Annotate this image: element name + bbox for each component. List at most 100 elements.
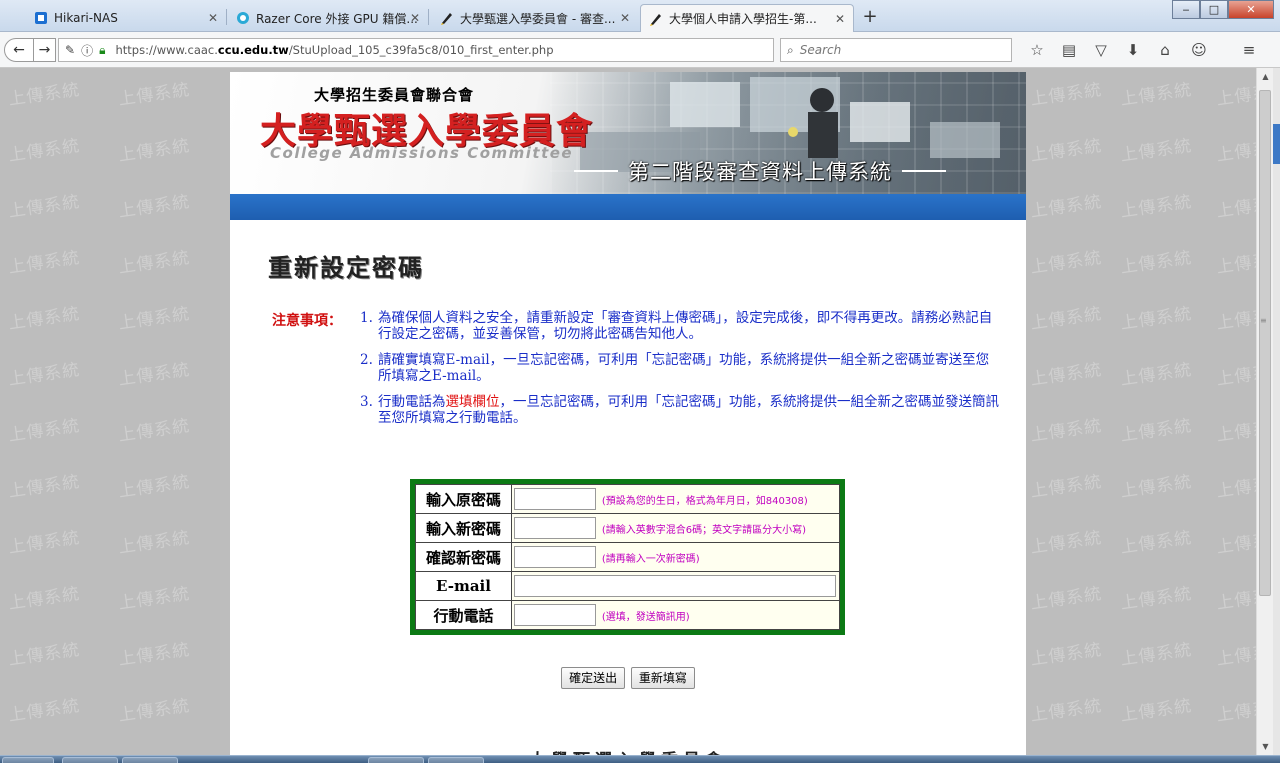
watermark-text: 上傳系統: [1119, 192, 1194, 222]
watermark-text: 上傳系統: [1119, 696, 1194, 726]
close-icon[interactable]: ✕: [208, 11, 218, 25]
menu-icon[interactable]: ≡: [1238, 40, 1260, 60]
notice-item: 1. 為確保個人資料之安全，請重新設定「審查資料上傳密碼」，設定完成後，即不得再…: [360, 310, 1000, 342]
arrow-right-icon: →: [38, 42, 51, 58]
watermark-text: 上傳系統: [1119, 80, 1194, 110]
start-button[interactable]: [2, 757, 54, 763]
old-password-hint: (預設為您的生日，格式為年月日，如840308): [601, 495, 808, 507]
submit-button[interactable]: 確定送出: [561, 667, 626, 689]
watermark-text: 上傳系統: [1215, 472, 1256, 502]
watermark-text: 上傳系統: [1029, 304, 1104, 334]
close-window-button[interactable]: ✕: [1228, 0, 1274, 19]
banner-system-name: 第二階段審查資料上傳系統: [574, 156, 946, 186]
watermark-text: 上傳系統: [1029, 136, 1104, 166]
system-title: 第二階段審查資料上傳系統: [628, 160, 892, 184]
new-password-input[interactable]: [514, 517, 596, 539]
puzzle-icon[interactable]: ✎: [65, 43, 75, 57]
forward-button[interactable]: →: [34, 38, 56, 62]
close-icon[interactable]: ✕: [835, 12, 845, 26]
confirm-password-input[interactable]: [514, 546, 596, 568]
notice-list: 1. 為確保個人資料之安全，請重新設定「審查資料上傳密碼」，設定完成後，即不得再…: [360, 310, 1000, 436]
tab-title: 大學甄選入學委員會 - 審查...: [460, 11, 616, 26]
pen-icon: [649, 12, 663, 26]
arrow-left-icon: ←: [13, 42, 25, 58]
tab-razer-core[interactable]: Razer Core 外接 GPU 籍償... ✕: [228, 4, 428, 32]
watermark-text: 上傳系統: [1119, 416, 1194, 446]
download-icon[interactable]: ⬇: [1122, 40, 1144, 60]
watermark-text: 上傳系統: [117, 472, 192, 502]
watermark-text: 上傳系統: [1215, 696, 1256, 726]
tab-title: Razer Core 外接 GPU 籍償...: [256, 11, 418, 26]
form-row: 輸入新密碼 (請輸入英數字混合6碼；英文字請區分大小寫): [415, 513, 840, 543]
nas-icon: [34, 11, 48, 25]
reading-list-icon[interactable]: ▤: [1058, 40, 1080, 60]
maximize-button[interactable]: □: [1200, 0, 1228, 19]
back-button[interactable]: ←: [4, 38, 34, 62]
grip-icon: ≡: [1260, 316, 1267, 325]
new-tab-button[interactable]: +: [858, 6, 882, 28]
notice-number: 1.: [360, 310, 373, 326]
watermark-text: 上傳系統: [1029, 640, 1104, 670]
reset-button[interactable]: 重新填寫: [630, 667, 695, 689]
taskbar-app[interactable]: [122, 757, 178, 763]
watermark-text: 上傳系統: [7, 640, 82, 670]
watermark-text: 上傳系統: [117, 640, 192, 670]
watermark-text: 上傳系統: [1119, 248, 1194, 278]
confirm-password-hint: (請再輸入一次新密碼): [601, 553, 700, 565]
form-buttons: 確定送出 重新填寫: [230, 667, 1026, 689]
notice-text-part: 行動電話為: [378, 394, 446, 410]
page-title: 重新設定密碼: [268, 253, 424, 282]
close-icon[interactable]: ✕: [620, 11, 630, 25]
background-window-accent: [1273, 124, 1280, 164]
email-input[interactable]: [514, 575, 836, 597]
minimize-button[interactable]: ‒: [1172, 0, 1200, 19]
tab-hikari-nas[interactable]: Hikari-NAS ✕: [26, 4, 226, 32]
chat-icon[interactable]: ☺: [1188, 40, 1210, 60]
old-password-input[interactable]: [514, 488, 596, 510]
watermark-text: 上傳系統: [1119, 360, 1194, 390]
notice-number: 3.: [360, 394, 373, 410]
form-field-cell: (選填，發送簡訊用): [511, 600, 840, 630]
window-controls: ‒ □ ✕: [1172, 0, 1274, 19]
password-form: 輸入原密碼 (預設為您的生日，格式為年月日，如840308) 輸入新密碼 (請輸…: [410, 479, 845, 635]
confirm-password-label: 確認新密碼: [415, 542, 512, 572]
background-window-edge: [1273, 68, 1280, 755]
bookmark-star-icon[interactable]: ☆: [1026, 40, 1048, 60]
watermark-text: 上傳系統: [117, 304, 192, 334]
watermark-text: 上傳系統: [1029, 248, 1104, 278]
tab-caac-upload-active[interactable]: 大學個人申請入學招生-第... ✕: [640, 4, 854, 32]
watermark-text: 上傳系統: [117, 80, 192, 110]
taskbar-app[interactable]: [62, 757, 118, 763]
pocket-icon[interactable]: ▽: [1090, 40, 1112, 60]
form-row: 輸入原密碼 (預設為您的生日，格式為年月日，如840308): [415, 484, 840, 514]
home-icon[interactable]: ⌂: [1154, 40, 1176, 60]
notice-text: 請確實填寫E-mail，一旦忘記密碼，可利用「忘記密碼」功能，系統將提供一組全新…: [378, 352, 990, 384]
scrollbar-thumb[interactable]: [1259, 90, 1271, 596]
tab-caac-review[interactable]: 大學甄選入學委員會 - 審查... ✕: [432, 4, 638, 32]
watermark-text: 上傳系統: [1215, 528, 1256, 558]
scroll-down-icon[interactable]: ▼: [1257, 738, 1274, 755]
watermark-text: 上傳系統: [7, 248, 82, 278]
info-icon[interactable]: ⓘ: [81, 42, 93, 59]
form-field-cell: (請再輸入一次新密碼): [511, 542, 840, 572]
close-icon[interactable]: ✕: [410, 11, 420, 25]
url-path: /StuUpload_105_c39fa5c8/010_first_enter.…: [288, 43, 554, 57]
watermark-text: 上傳系統: [1215, 416, 1256, 446]
watermark-text: 上傳系統: [1215, 248, 1256, 278]
form-row: 行動電話 (選填，發送簡訊用): [415, 600, 840, 630]
taskbar-app[interactable]: [428, 757, 484, 763]
windows-taskbar: [0, 755, 1280, 763]
page-scrollbar[interactable]: ▲ ≡ ▼: [1256, 68, 1273, 755]
new-password-hint: (請輸入英數字混合6碼；英文字請區分大小寫): [601, 524, 806, 536]
watermark-text: 上傳系統: [117, 360, 192, 390]
mobile-input[interactable]: [514, 604, 596, 626]
search-input[interactable]: ⌕ Search: [780, 38, 1012, 62]
taskbar-app[interactable]: [368, 757, 424, 763]
watermark-text: 上傳系統: [1119, 640, 1194, 670]
scroll-up-icon[interactable]: ▲: [1257, 68, 1274, 85]
address-bar[interactable]: ✎ ⓘ 🔒︎ https://www.caac.ccu.edu.tw/StuUp…: [58, 38, 823, 62]
watermark-text: 上傳系統: [7, 360, 82, 390]
watermark-text: 上傳系統: [7, 696, 82, 726]
tab-separator: [428, 9, 429, 25]
lock-icon: 🔒︎: [99, 42, 106, 57]
